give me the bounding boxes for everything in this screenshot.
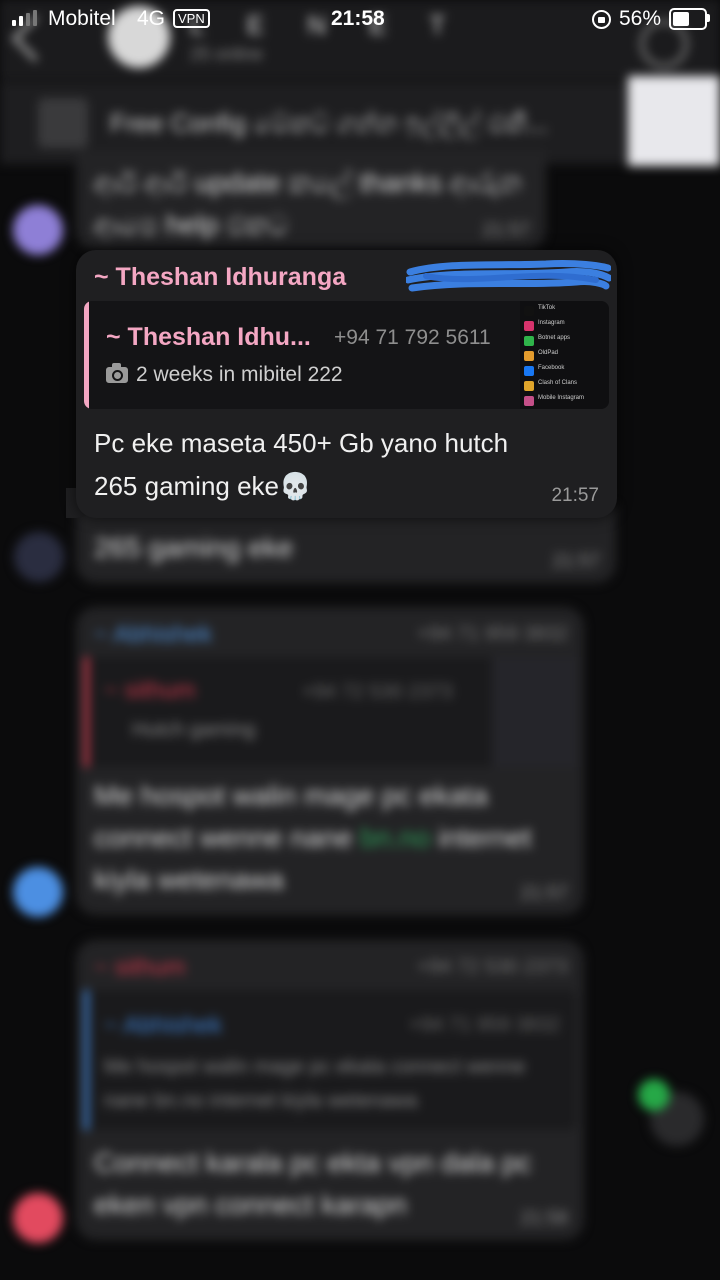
sender-phone: +94 71 959 3832 xyxy=(417,623,568,645)
message-text: Connect karala pc ekta vpn dala pc eken … xyxy=(94,1147,532,1220)
reply-text: Me hospot walin mage pc ekata connect we… xyxy=(104,1056,526,1112)
app-name: TikTok xyxy=(538,305,556,311)
thumbnail-app-row: Facebook xyxy=(524,365,604,377)
signal-icon xyxy=(12,10,42,26)
camera-icon xyxy=(106,363,128,383)
reply-preview[interactable]: ~ Theshan Idhu... +94 71 792 5611 2 week… xyxy=(84,301,609,409)
message-text: 265 gaming eke xyxy=(94,532,294,563)
message-time: 21:58 xyxy=(520,1208,568,1229)
unread-badge xyxy=(638,1079,670,1111)
app-icon xyxy=(524,366,534,376)
battery-tip xyxy=(707,14,710,22)
avatar[interactable] xyxy=(13,205,63,255)
app-icon xyxy=(524,336,534,346)
avatar[interactable] xyxy=(13,867,63,917)
reply-phone: +94 71 792 5611 xyxy=(334,326,491,349)
reply-preview[interactable]: ~ Abhishek +94 71 959 3832 Me hospot wal… xyxy=(84,990,576,1130)
reply-sender: ~ Theshan Idhu... xyxy=(106,323,311,351)
reply-sender: ~ sithum xyxy=(104,677,196,704)
reply-bar xyxy=(84,657,89,767)
pin-icon xyxy=(38,98,88,148)
message-time: 21:57 xyxy=(482,220,530,241)
carrier: Mobitel xyxy=(48,7,116,30)
message-text: ආර් ආර් update කලේ thanks ආරුන ආපෙ help … xyxy=(94,167,522,240)
thumbnail-app-row: TikTok xyxy=(524,305,604,317)
app-icon xyxy=(524,306,534,316)
message-bubble[interactable]: ආර් ආර් update කලේ thanks ආරුන ආපෙ help … xyxy=(76,150,546,250)
app-name: Instagram xyxy=(538,320,565,326)
sender-name[interactable]: ~ Abhishek xyxy=(94,621,212,649)
clock: 21:58 xyxy=(331,7,385,30)
reply-text: 2 weeks in mibitel 222 xyxy=(136,363,343,386)
reply-preview[interactable]: ~ sithum +94 72 530 2373 Hutch gaming xyxy=(84,657,576,767)
avatar[interactable] xyxy=(14,532,64,582)
message-time: 21:57 xyxy=(520,883,568,904)
battery-percent: 56% xyxy=(619,7,662,30)
message-bubble[interactable]: ~ Abhishek +94 71 959 3832 ~ sithum +94 … xyxy=(76,607,584,915)
thumbnail-app-row: Botnet apps xyxy=(524,335,604,347)
pinned-thumbnail xyxy=(628,76,720,166)
message-bubble[interactable]: ~ sithum +94 72 530 2373 ~ Abhishek +94 … xyxy=(76,940,584,1240)
app-icon xyxy=(524,321,534,331)
reply-text: Hutch gaming xyxy=(132,719,256,741)
message-text: Pc eke maseta 450+ Gb yano hutch 265 gam… xyxy=(94,422,508,508)
message-time: 21:57 xyxy=(552,551,600,572)
rotation-lock-icon xyxy=(592,10,611,29)
reply-phone: +94 72 530 2373 xyxy=(302,681,453,703)
message-line: 265 gaming eke💀 xyxy=(94,465,508,508)
app-name: OldPad xyxy=(538,350,559,356)
pinned-text: Free Config මේකට් ගන්න ඉල්ලිල් එකී... xyxy=(110,108,548,138)
app-icon xyxy=(524,381,534,391)
app-icon xyxy=(524,396,534,406)
message-link[interactable]: bn.no xyxy=(360,822,430,853)
reply-phone: +94 71 959 3832 xyxy=(409,1014,560,1036)
sender-phone: +94 72 530 2373 xyxy=(417,956,568,978)
thumbnail-app-row: Mobile Instagram xyxy=(524,395,604,407)
sender-name[interactable]: ~ sithum xyxy=(94,954,185,982)
app-name: Clash of Clans xyxy=(538,380,578,386)
app-icon xyxy=(524,351,534,361)
blurred-chat-background: L E N E T 25 online Free Config මේකට් ගන… xyxy=(0,0,720,1280)
avatar[interactable] xyxy=(13,1193,63,1243)
message-line: Pc eke maseta 450+ Gb yano hutch xyxy=(94,428,509,458)
skull-emoji: 💀 xyxy=(279,471,312,501)
message-time: 21:57 xyxy=(551,485,599,506)
status-bar: Mobitel 4G VPN 21:58 56% xyxy=(0,0,720,38)
app-name: Botnet apps xyxy=(538,335,571,341)
reply-thumbnail xyxy=(492,657,576,767)
app-name: Mobile Instagram xyxy=(538,395,585,401)
app-name: Facebook xyxy=(538,365,565,371)
redaction-scribble xyxy=(406,260,611,292)
reply-sender: ~ Abhishek xyxy=(104,1012,223,1039)
message-text: Me hospot walin mage pc ekata connect we… xyxy=(94,775,564,901)
reply-bar xyxy=(84,301,89,409)
battery-level xyxy=(673,12,689,26)
online-count: 25 online xyxy=(190,44,264,64)
thumbnail-app-row: OldPad xyxy=(524,350,604,362)
message-line-text: 265 gaming eke xyxy=(94,471,280,501)
thumbnail-app-row: Instagram xyxy=(524,320,604,332)
network-type: 4G xyxy=(137,7,166,30)
thumbnail-app-row: Clash of Clans xyxy=(524,380,604,392)
sender-name[interactable]: ~ Theshan Idhuranga xyxy=(94,263,346,292)
battery-icon xyxy=(669,8,707,30)
reply-bar xyxy=(84,990,89,1130)
reply-thumbnail: TikTok Instagram Botnet apps OldPad Facebook… xyxy=(520,301,609,409)
vpn-badge: VPN xyxy=(173,9,210,28)
